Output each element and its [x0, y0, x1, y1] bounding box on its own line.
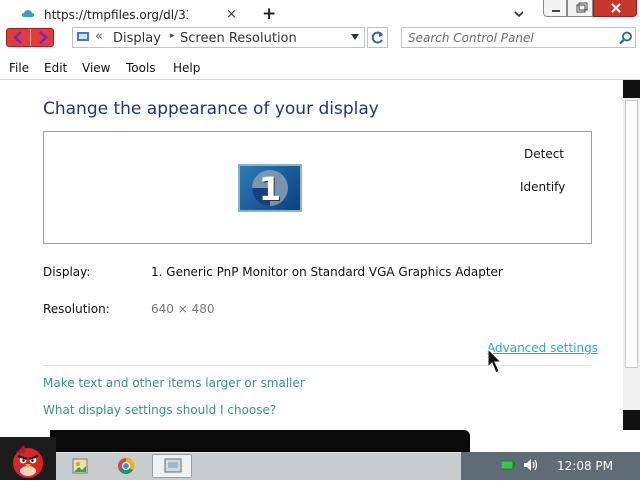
search-input[interactable]: Search Control Panel: [408, 31, 534, 45]
angry-bird-icon: [13, 445, 43, 478]
speaker-icon[interactable]: [523, 458, 539, 472]
menu-file[interactable]: File: [9, 61, 29, 75]
refresh-icon: [371, 31, 383, 44]
breadcrumb-screen-resolution[interactable]: Screen Resolution: [180, 31, 297, 46]
address-dropdown-icon[interactable]: [351, 34, 359, 40]
detect-button[interactable]: Detect: [524, 147, 564, 161]
search-icon[interactable]: [619, 31, 633, 45]
control-panel-app-icon: [164, 458, 182, 473]
refresh-button[interactable]: [367, 27, 388, 48]
new-tab-button[interactable]: +: [262, 4, 276, 24]
minimize-button[interactable]: [543, 0, 567, 17]
close-window-button[interactable]: [593, 0, 637, 17]
tab-url[interactable]: https://tmpfiles.org/dl/330757: [44, 8, 188, 22]
arrow-left-icon: [13, 31, 22, 44]
start-button[interactable]: [0, 437, 56, 480]
scroll-down-button[interactable]: [623, 410, 640, 430]
breadcrumb-separator[interactable]: ▸: [170, 31, 175, 41]
photo-app-icon: [72, 458, 88, 474]
tab-strip: https://tmpfiles.org/dl/330757 × +: [0, 0, 640, 24]
hand-cursor-icon: [487, 347, 503, 374]
black-overlay-bar: [50, 430, 470, 452]
scrollbar-thumb[interactable]: [625, 100, 638, 368]
monitor-number: 1: [258, 170, 282, 208]
system-clock[interactable]: 12:08 PM: [557, 459, 613, 473]
display-label: Display:: [43, 265, 91, 279]
close-icon: [611, 3, 621, 13]
tab-close-button[interactable]: ×: [226, 7, 237, 22]
address-overflow[interactable]: «: [95, 29, 103, 44]
monitor-1-tile[interactable]: 1: [238, 164, 302, 212]
maximize-button[interactable]: [567, 0, 593, 17]
nav-buttons: [6, 28, 54, 47]
menu-edit[interactable]: Edit: [44, 61, 67, 75]
monitor-arrangement-panel: 1 Detect Identify: [43, 131, 592, 244]
page-title: Change the appearance of your display: [43, 99, 379, 119]
taskbar-item-photos[interactable]: [60, 454, 100, 478]
text-size-link[interactable]: Make text and other items larger or smal…: [43, 376, 305, 390]
scroll-up-button[interactable]: [623, 80, 640, 98]
search-box[interactable]: Search Control Panel: [401, 27, 636, 48]
arrow-right-icon: [39, 31, 48, 44]
resolution-label: Resolution:: [43, 302, 110, 316]
breadcrumb-display[interactable]: Display: [113, 31, 161, 46]
menu-bar: File Edit View Tools Help: [0, 58, 640, 80]
system-tray: 12:08 PM: [461, 452, 640, 480]
address-field[interactable]: « Display ▸ Screen Resolution: [72, 27, 365, 48]
chevron-down-icon[interactable]: [513, 8, 525, 20]
control-panel-icon: [77, 32, 89, 41]
battery-icon[interactable]: [501, 460, 515, 470]
taskbar-item-chrome[interactable]: [106, 454, 146, 478]
forward-button[interactable]: [30, 29, 53, 46]
resolution-dropdown[interactable]: 640 × 480: [151, 302, 215, 316]
chrome-icon: [118, 458, 134, 474]
display-dropdown[interactable]: 1. Generic PnP Monitor on Standard VGA G…: [151, 265, 503, 279]
divider: [43, 365, 592, 366]
back-button[interactable]: [7, 29, 30, 46]
taskbar-item-control-panel[interactable]: [152, 454, 192, 478]
cloud-upload-icon: [22, 10, 34, 17]
minimize-icon: [552, 10, 560, 12]
restore-icon: [576, 2, 588, 13]
menu-view[interactable]: View: [82, 61, 110, 75]
identify-button[interactable]: Identify: [520, 180, 565, 194]
menu-help[interactable]: Help: [173, 61, 200, 75]
display-help-link[interactable]: What display settings should I choose?: [43, 403, 276, 417]
menu-tools[interactable]: Tools: [126, 61, 156, 75]
